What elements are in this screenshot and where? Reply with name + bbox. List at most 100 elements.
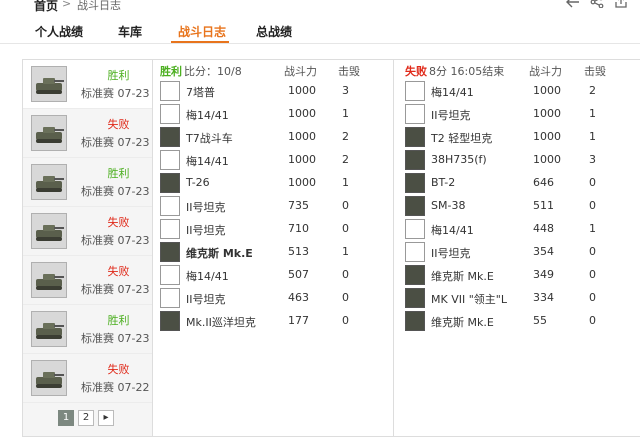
tank-name: 梅14/41 [186, 155, 229, 168]
player-row[interactable]: T-26 1000 1 [156, 172, 393, 195]
player-row[interactable]: MK VII "领主"L 334 0 [401, 287, 640, 310]
tank-icon [160, 311, 180, 331]
power-value: 513 [288, 245, 309, 258]
player-row[interactable]: II号坦克 710 0 [156, 218, 393, 241]
losing-team-panel: 失败 8分 16:05结束 战斗力 击毁 梅14/41 1000 2 II号坦克 100… [401, 60, 640, 436]
power-value: 1000 [288, 176, 316, 189]
player-row[interactable]: II号坦克 463 0 [156, 287, 393, 310]
share-icon[interactable] [590, 0, 604, 8]
kills-value: 0 [589, 199, 596, 212]
battle-list-item[interactable]: 胜利 标准赛 07-23 [23, 60, 152, 109]
page-button-2[interactable]: 2 [78, 410, 94, 426]
tank-name: 梅14/41 [431, 86, 474, 99]
power-value: 1000 [288, 84, 316, 97]
empty-avatar-icon [160, 196, 180, 216]
next-page-icon[interactable]: ▸ [98, 410, 114, 426]
tank-name: 维克斯 Mk.E [431, 270, 494, 283]
battle-result: 失败 [107, 265, 130, 278]
battle-result: 胜利 [107, 167, 130, 180]
player-row[interactable]: 梅14/41 1000 1 [156, 103, 393, 126]
tab-total-record[interactable]: 总战绩 [256, 23, 292, 40]
breadcrumb-separator: > [62, 0, 72, 10]
tank-name: MK VII "领主"L [431, 293, 507, 306]
kills-value: 1 [589, 107, 596, 120]
kills-value: 0 [342, 268, 349, 281]
kills-value: 2 [589, 84, 596, 97]
kills-value: 1 [589, 222, 596, 235]
player-row[interactable]: 38H735(f) 1000 3 [401, 149, 640, 172]
battle-time: 8分 16:05结束 [429, 65, 505, 78]
player-row[interactable]: SM-38 511 0 [401, 195, 640, 218]
kills-value: 1 [589, 130, 596, 143]
power-value: 463 [288, 291, 309, 304]
power-value: 349 [533, 268, 554, 281]
player-row[interactable]: 维克斯 Mk.E 55 0 [401, 310, 640, 333]
battle-list-item[interactable]: 失败 标准赛 07-23 [23, 207, 152, 256]
battle-list-item[interactable]: 失败标准赛 07-23 [23, 256, 152, 305]
battle-mode-date: 标准赛 07-23 [81, 87, 150, 100]
player-row[interactable]: II号坦克 735 0 [156, 195, 393, 218]
player-row[interactable]: 7塔普 1000 3 [156, 80, 393, 103]
kills-value: 0 [589, 176, 596, 189]
kills-value: 1 [342, 176, 349, 189]
player-row[interactable]: II号坦克 1000 1 [401, 103, 640, 126]
power-value: 177 [288, 314, 309, 327]
kills-value: 2 [342, 130, 349, 143]
tab-garage[interactable]: 车库 [118, 23, 142, 40]
breadcrumb-bar: 首页 > 战斗日志 [0, 0, 640, 14]
tank-name: BT-2 [431, 176, 456, 189]
empty-avatar-icon [405, 104, 425, 124]
battle-result: 失败 [107, 363, 130, 376]
battle-list-item[interactable]: 失败 标准赛 07-23 [23, 109, 152, 158]
tab-personal-record[interactable]: 个人战绩 [35, 23, 83, 40]
player-row[interactable]: 梅14/41 1000 2 [401, 80, 640, 103]
power-value: 1000 [288, 130, 316, 143]
tank-thumbnail [31, 262, 67, 298]
tank-name: II号坦克 [186, 293, 226, 306]
power-value: 1000 [533, 153, 561, 166]
battle-mode-date: 标准赛 07-23 [81, 283, 150, 296]
power-column-header: 战斗力 [529, 65, 562, 78]
player-row[interactable]: 梅14/41 448 1 [401, 218, 640, 241]
tank-name: 维克斯 Mk.E [186, 247, 253, 260]
kills-value: 0 [342, 222, 349, 235]
player-row[interactable]: Mk.II巡洋坦克 177 0 [156, 310, 393, 333]
player-row[interactable]: II号坦克 354 0 [401, 241, 640, 264]
tab-bar: 个人战绩 车库 战斗日志 总战绩 [0, 14, 640, 44]
tank-icon [405, 173, 425, 193]
tab-battle-log[interactable]: 战斗日志 [178, 23, 226, 40]
player-row[interactable]: 梅14/41 1000 2 [156, 149, 393, 172]
kills-value: 0 [589, 314, 596, 327]
page-button-1[interactable]: 1 [58, 410, 74, 426]
tank-icon [405, 288, 425, 308]
kills-value: 0 [589, 291, 596, 304]
empty-avatar-icon [160, 265, 180, 285]
power-value: 511 [533, 199, 554, 212]
power-value: 1000 [533, 130, 561, 143]
tank-name: Mk.II巡洋坦克 [186, 316, 256, 329]
kills-value: 1 [342, 245, 349, 258]
export-icon[interactable] [614, 0, 628, 8]
battle-result: 失败 [107, 216, 130, 229]
player-row[interactable]: 维克斯 Mk.E 349 0 [401, 264, 640, 287]
back-arrow-icon[interactable] [566, 0, 580, 8]
player-row[interactable]: 梅14/41 507 0 [156, 264, 393, 287]
battle-list-item[interactable]: 胜利 标准赛 07-23 [23, 305, 152, 354]
battle-mode-date: 标准赛 07-23 [81, 332, 150, 345]
player-row[interactable]: T2 轻型坦克 1000 1 [401, 126, 640, 149]
tank-thumbnail [31, 66, 67, 102]
power-value: 1000 [533, 84, 561, 97]
battle-mode-date: 标准赛 07-23 [81, 136, 150, 149]
player-row[interactable]: T7战斗车 1000 2 [156, 126, 393, 149]
breadcrumb-home[interactable]: 首页 [34, 0, 58, 14]
battle-list-item[interactable]: 胜利 标准赛 07-23 [23, 158, 152, 207]
battle-list-item[interactable]: 失败 标准赛 07-22 [23, 354, 152, 403]
kills-value: 3 [342, 84, 349, 97]
player-row[interactable]: BT-2 646 0 [401, 172, 640, 195]
kills-value: 0 [342, 291, 349, 304]
tank-name: II号坦克 [186, 201, 226, 214]
player-row[interactable]: 维克斯 Mk.E 513 1 [156, 241, 393, 264]
power-value: 354 [533, 245, 554, 258]
kills-column-header: 击毁 [584, 65, 606, 78]
tank-name: 梅14/41 [431, 224, 474, 237]
